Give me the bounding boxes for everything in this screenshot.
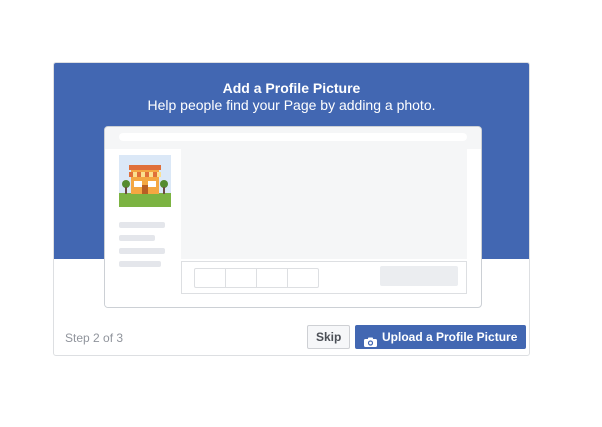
preview-tab [288,269,318,287]
preview-address-bar [119,133,467,141]
profile-picture-dialog: Add a Profile Picture Help people find y… [53,62,530,356]
preview-tabs [194,268,319,288]
preview-tab [257,269,288,287]
skip-button[interactable]: Skip [307,325,351,349]
upload-profile-picture-button[interactable]: Upload a Profile Picture [355,325,527,349]
preview-line [119,222,165,228]
storefront-icon [119,155,171,207]
preview-action-bar [181,261,467,294]
camera-icon [364,332,377,347]
preview-topbar [105,127,481,149]
step-indicator: Step 2 of 3 [65,331,124,345]
preview-sidebar [105,149,179,307]
preview-tab [226,269,257,287]
preview-cover-area [181,149,467,259]
preview-line [119,235,155,241]
preview-line [119,261,161,267]
dialog-subtitle: Help people find your Page by adding a p… [147,97,436,113]
dialog-title: Add a Profile Picture [222,80,361,96]
upload-button-label: Upload a Profile Picture [382,330,518,344]
preview-line [119,248,165,254]
page-preview-illustration [104,126,482,308]
preview-tab [195,269,226,287]
preview-button [380,266,458,286]
